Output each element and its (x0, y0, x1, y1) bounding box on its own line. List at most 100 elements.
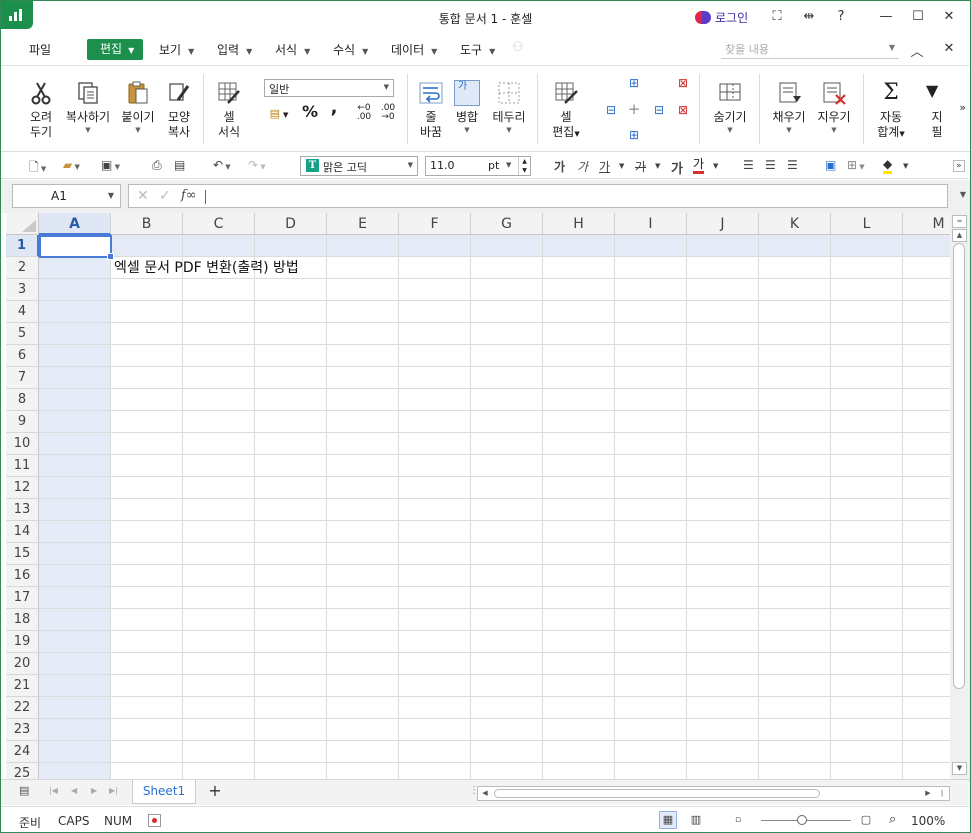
fill-color-icon[interactable]: ◆ (883, 158, 893, 174)
column-header-j[interactable]: J (687, 213, 759, 235)
increase-decimal-icon[interactable]: ←0.00 (355, 104, 373, 122)
row-header-6[interactable]: 6 (6, 345, 39, 367)
confirm-icon[interactable]: ✓ (159, 188, 171, 204)
font-size-input[interactable]: 11.0 pt ▼ ▲ ▼ (425, 156, 531, 176)
open-folder-icon[interactable]: ▰ ▼ (63, 158, 80, 172)
print-icon[interactable]: ⎙ (152, 158, 162, 173)
chevron-down-icon[interactable]: ▼ (655, 162, 660, 170)
zoom-out-icon[interactable]: ▫ (729, 811, 747, 829)
row-header-3[interactable]: 3 (6, 279, 39, 301)
menu-edit[interactable]: 편집 ▼ (87, 39, 143, 60)
sheet-tab-sheet1[interactable]: Sheet1 (132, 780, 196, 804)
chevron-down-icon[interactable]: ▼ (903, 162, 908, 170)
insert-row-below-icon[interactable]: ⊞ (626, 128, 642, 143)
next-sheet-icon[interactable]: ▶ (91, 786, 97, 795)
column-header-d[interactable]: D (255, 213, 327, 235)
column-header-l[interactable]: L (831, 213, 903, 235)
row-header-2[interactable]: 2 (6, 257, 39, 279)
fullscreen-icon[interactable]: ⛶ (765, 6, 789, 28)
wrap-text-button[interactable]: 줄 바꿈 (414, 80, 448, 140)
fill-button[interactable]: 채우기 ▼ (768, 80, 810, 135)
clear-button[interactable]: 지우기 ▼ (813, 80, 855, 135)
chevron-down-icon[interactable]: ▼ (889, 43, 895, 52)
font-color-button[interactable]: 가 (693, 158, 705, 174)
insert-row-above-icon[interactable]: ⊞ (626, 76, 642, 91)
zoom-in-icon[interactable]: ▢ (857, 811, 875, 829)
currency-format-button[interactable]: ▤ ▼ (264, 106, 294, 123)
font-size-spinner[interactable]: ▲ ▼ (518, 157, 530, 175)
menu-insert[interactable]: 입력 ▼ (217, 41, 252, 58)
column-header-f[interactable]: F (399, 213, 471, 235)
align-right-icon[interactable]: ☰ (787, 158, 798, 172)
redo-icon[interactable]: ↷ ▼ (248, 158, 266, 172)
autosum-button[interactable]: Σ 자동 합계▼ (873, 80, 909, 142)
merge-cells-icon[interactable]: ▣ (825, 158, 836, 172)
row-header-20[interactable]: 20 (6, 653, 39, 675)
menu-formula[interactable]: 수식 ▼ (333, 41, 368, 58)
column-header-c[interactable]: C (183, 213, 255, 235)
formula-input[interactable]: ✕ ✓ f∞ (128, 184, 948, 208)
zoom-level[interactable]: 100% (911, 814, 945, 828)
column-header-b[interactable]: B (111, 213, 183, 235)
row-header-22[interactable]: 22 (6, 697, 39, 719)
horizontal-scroll-thumb[interactable] (494, 789, 820, 798)
login-button[interactable]: 로그인 (695, 9, 748, 26)
spreadsheet-grid[interactable]: 엑셀 문서 PDF 변환(출력) 방법 ABCDEFGHIJKLM 123456… (6, 213, 950, 779)
row-header-7[interactable]: 7 (6, 367, 39, 389)
row-header-16[interactable]: 16 (6, 565, 39, 587)
paste-button[interactable]: 붙이기 ▼ (119, 80, 157, 135)
chevron-down-icon[interactable]: ▼ (489, 125, 529, 135)
print-preview-icon[interactable]: ▤ (174, 158, 185, 172)
row-header-1[interactable]: 1 (6, 235, 39, 257)
delete-row-icon[interactable]: ⊠ (675, 76, 691, 91)
font-name-select[interactable]: T 맑은 고딕 ▼ (300, 156, 418, 176)
cell-format-button[interactable]: 셀 서식 (211, 80, 247, 140)
column-header-m[interactable]: M (903, 213, 950, 235)
comma-button[interactable]: , (327, 99, 341, 117)
column-header-a[interactable]: A (39, 213, 111, 235)
name-box[interactable]: A1 ▼ (12, 184, 121, 208)
close-document-icon[interactable]: ✕ (941, 41, 957, 56)
scroll-right-icon[interactable]: ▶ (921, 787, 935, 800)
column-header-i[interactable]: I (615, 213, 687, 235)
cut-button[interactable]: 오려 두기 (23, 80, 59, 140)
macro-record-icon[interactable] (148, 814, 161, 827)
row-header-24[interactable]: 24 (6, 741, 39, 763)
cell-area[interactable] (39, 235, 950, 779)
row-header-18[interactable]: 18 (6, 609, 39, 631)
scroll-left-icon[interactable]: ◀ (478, 787, 492, 800)
filter-button[interactable]: ▼ 지 필 (926, 80, 948, 140)
grow-font-button[interactable]: 가 (671, 158, 683, 177)
chevron-down-icon[interactable]: ▼ (63, 125, 113, 135)
row-header-25[interactable]: 25 (6, 763, 39, 779)
align-left-icon[interactable]: ☰ (743, 158, 754, 172)
percent-button[interactable]: % (301, 104, 319, 120)
hide-button[interactable]: 숨기기 ▼ (709, 80, 751, 135)
active-cell-a1[interactable] (39, 235, 114, 260)
scroll-down-icon[interactable]: ▼ (952, 762, 967, 775)
bold-button[interactable]: 가 (554, 158, 565, 175)
row-header-4[interactable]: 4 (6, 301, 39, 323)
column-header-e[interactable]: E (327, 213, 399, 235)
column-header-h[interactable]: H (543, 213, 615, 235)
number-format-select[interactable]: 일반 ▼ (264, 79, 394, 97)
sheet-list-icon[interactable]: ▤ (19, 784, 29, 797)
borders-icon[interactable]: ⊞ ▼ (847, 158, 865, 172)
row-header-14[interactable]: 14 (6, 521, 39, 543)
split-handle-icon[interactable]: | (935, 787, 949, 800)
row-header-8[interactable]: 8 (6, 389, 39, 411)
row-header-23[interactable]: 23 (6, 719, 39, 741)
row-header-21[interactable]: 21 (6, 675, 39, 697)
save-icon[interactable]: ▣ ▼ (101, 158, 120, 172)
function-icon[interactable]: f∞ (181, 188, 197, 203)
scroll-up-icon[interactable]: ▲ (952, 229, 967, 242)
share-icon[interactable]: ⚇ (512, 40, 524, 55)
merge-button[interactable]: 가 병합 ▼ (451, 80, 483, 135)
first-sheet-icon[interactable]: |◀ (49, 786, 58, 795)
last-sheet-icon[interactable]: ▶| (109, 786, 118, 795)
horizontal-scrollbar[interactable]: ◀ ▶ | (477, 786, 950, 801)
row-header-15[interactable]: 15 (6, 543, 39, 565)
minimize-button[interactable]: — (874, 6, 898, 28)
column-header-g[interactable]: G (471, 213, 543, 235)
row-header-9[interactable]: 9 (6, 411, 39, 433)
